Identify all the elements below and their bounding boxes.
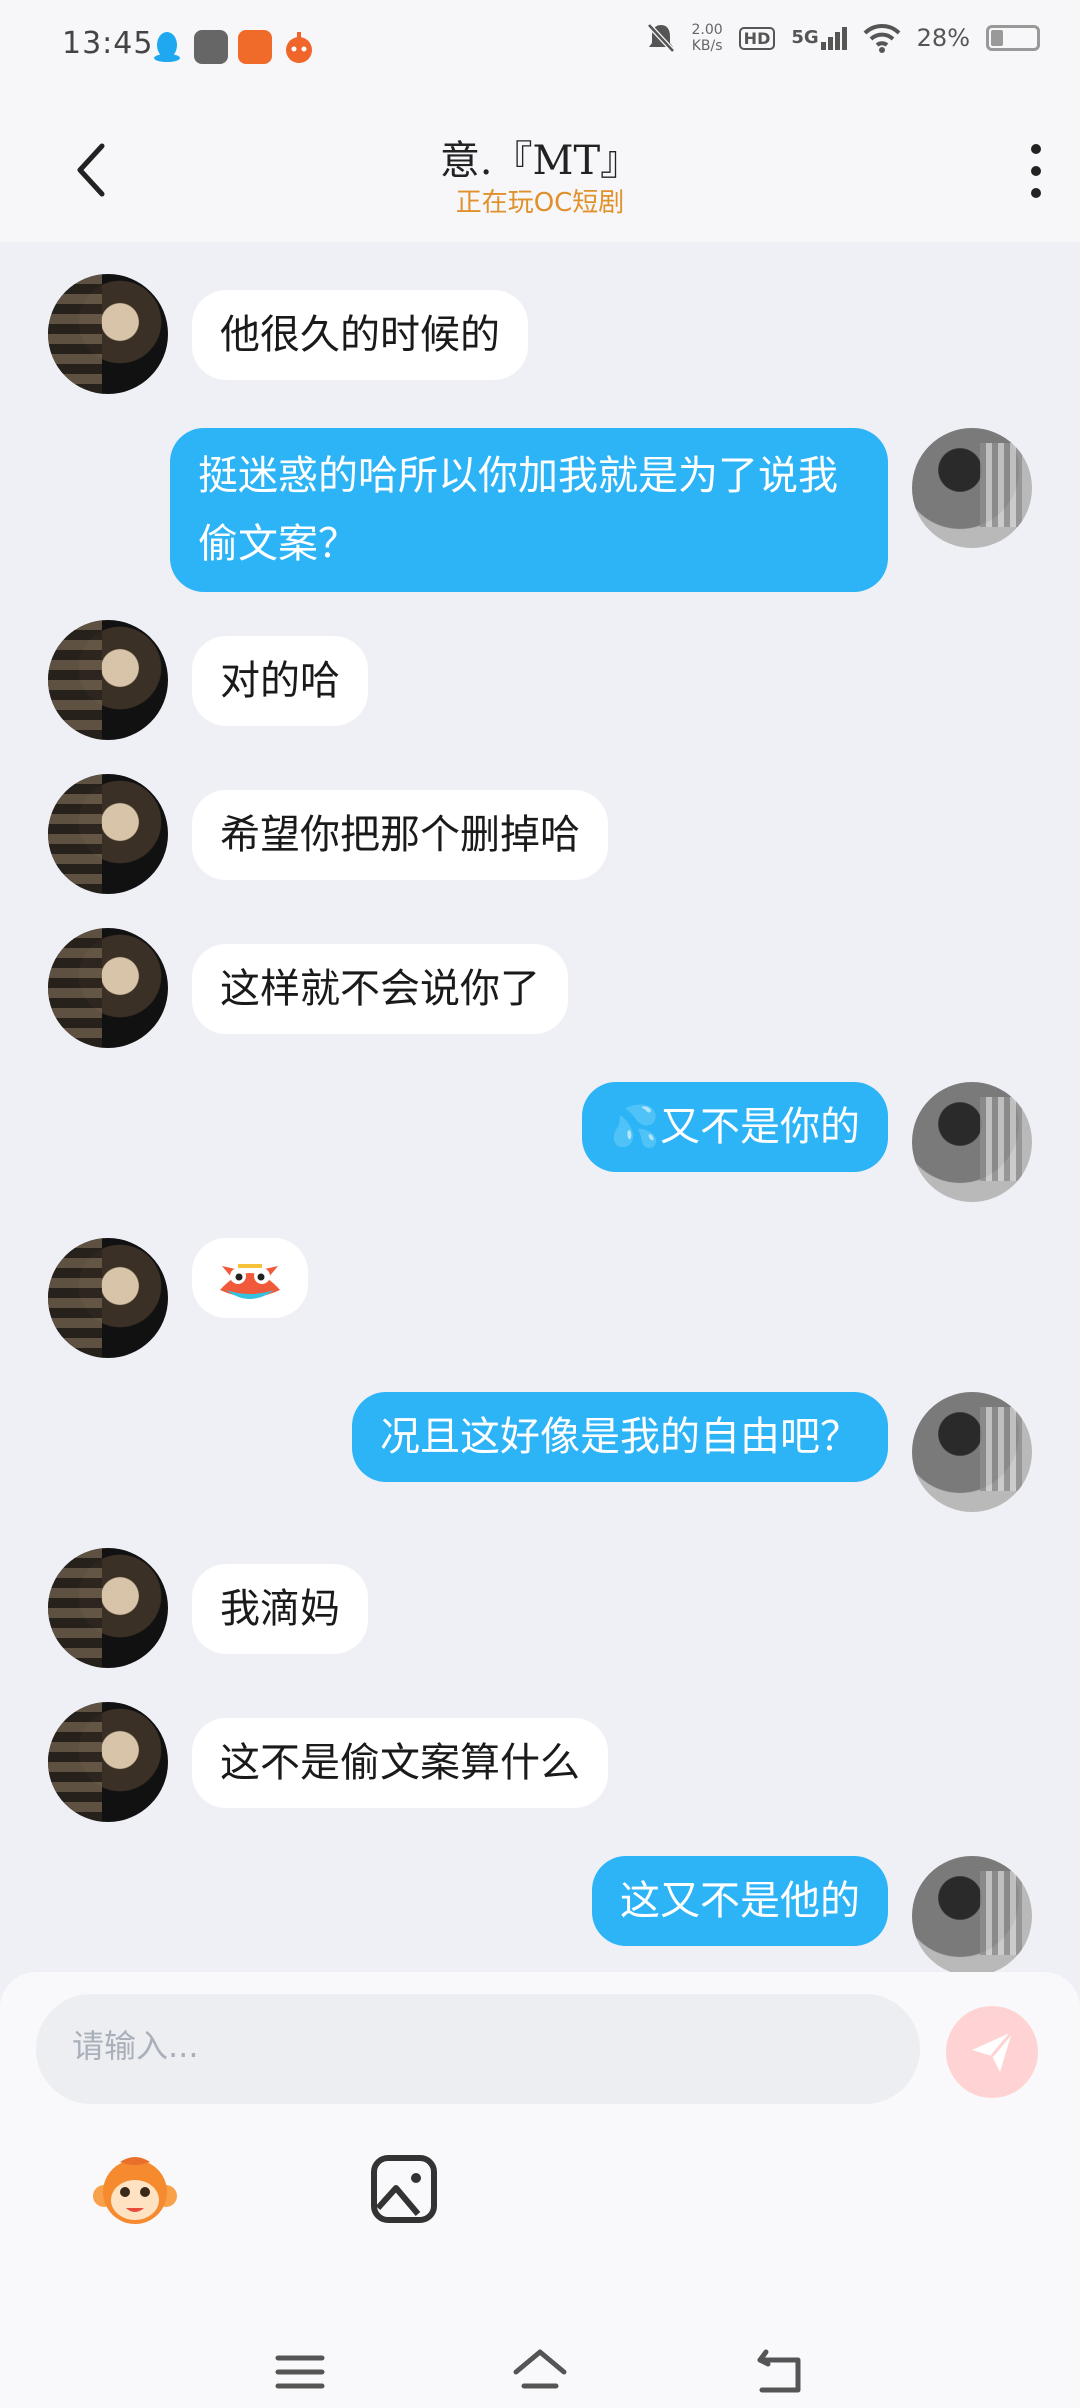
message-list[interactable]: 他很久的时候的 挺迷惑的哈所以你加我就是为了说我偷文案？ 对的哈 希望你把那个删… (0, 242, 1080, 1972)
home-nav-button[interactable] (510, 2342, 570, 2402)
app-notification-icon (194, 30, 228, 64)
network-speed: 2.00 KB/s (692, 22, 723, 54)
hamburger-icon (275, 2355, 325, 2389)
outgoing-message-bubble[interactable]: 这又不是他的 (592, 1856, 888, 1946)
contact-avatar[interactable] (48, 1238, 168, 1358)
incoming-message-bubble[interactable]: 我滴妈 (192, 1564, 368, 1654)
grid-notification-icon (238, 30, 272, 64)
game-notification-icon (282, 30, 316, 64)
contact-name: 意.『MT』 (439, 138, 641, 184)
image-icon (371, 2155, 437, 2223)
sticker-message[interactable] (192, 1238, 308, 1318)
message-input[interactable] (70, 2026, 874, 2066)
battery-percent: 28% (916, 24, 970, 52)
incoming-message-bubble[interactable]: 这样就不会说你了 (192, 944, 568, 1034)
my-avatar[interactable] (912, 1856, 1032, 1972)
menu-nav-button[interactable] (270, 2342, 330, 2402)
outgoing-message-bubble[interactable]: 挺迷惑的哈所以你加我就是为了说我偷文案？ (170, 428, 888, 592)
more-dots-icon (1031, 144, 1041, 154)
signal-5g-icon: 5G (791, 26, 847, 50)
sticker-button[interactable] (90, 2146, 180, 2236)
my-avatar[interactable] (912, 428, 1032, 548)
outgoing-message-bubble[interactable]: 💦又不是你的 (582, 1082, 888, 1172)
wifi-icon (863, 23, 901, 53)
back-nav-button[interactable] (750, 2342, 810, 2402)
sweat-drops-emoji: 💦 (610, 1104, 660, 1150)
home-icon (513, 2349, 567, 2389)
battery-icon (986, 25, 1040, 51)
monkey-face-icon (93, 2157, 177, 2224)
status-icons: 2.00 KB/s HD 5G 28% (646, 22, 1040, 54)
chat-header: 意.『MT』 正在玩OC短剧 (0, 100, 1080, 242)
contact-status: 正在玩OC短剧 (455, 188, 625, 218)
contact-avatar[interactable] (48, 620, 168, 740)
image-picker-button[interactable] (360, 2146, 450, 2236)
hd-badge: HD (738, 26, 776, 50)
tiger-sticker-icon (220, 1264, 280, 1299)
contact-avatar[interactable] (48, 1548, 168, 1668)
incoming-message-bubble[interactable]: 对的哈 (192, 636, 368, 726)
incoming-message-bubble[interactable]: 这不是偷文案算什么 (192, 1718, 608, 1808)
send-button[interactable] (946, 2006, 1038, 2098)
mute-bell-icon (646, 23, 675, 53)
more-options-button[interactable] (1026, 144, 1046, 200)
clock: 13:45 (62, 26, 154, 61)
my-avatar[interactable] (912, 1082, 1032, 1202)
outgoing-message-bubble[interactable]: 况且这好像是我的自由吧？ (352, 1392, 888, 1482)
return-icon (757, 2349, 801, 2393)
contact-avatar[interactable] (48, 774, 168, 894)
message-input-container[interactable] (36, 1994, 920, 2104)
composer-panel (0, 1972, 1080, 2408)
contact-avatar[interactable] (48, 1702, 168, 1822)
network-type: 5G (791, 26, 819, 48)
status-bar: 13:45 2.00 KB/s HD 5G 28% (0, 0, 1080, 100)
contact-avatar[interactable] (48, 274, 168, 394)
message-text: 又不是你的 (660, 1104, 860, 1150)
speed-unit: KB/s (691, 38, 723, 54)
qq-notification-icon (150, 30, 184, 64)
contact-avatar[interactable] (48, 928, 168, 1048)
speed-value: 2.00 (691, 22, 723, 38)
my-avatar[interactable] (912, 1392, 1032, 1512)
paper-plane-icon (972, 2031, 1014, 2072)
incoming-message-bubble[interactable]: 他很久的时候的 (192, 290, 528, 380)
incoming-message-bubble[interactable]: 希望你把那个删掉哈 (192, 790, 608, 880)
